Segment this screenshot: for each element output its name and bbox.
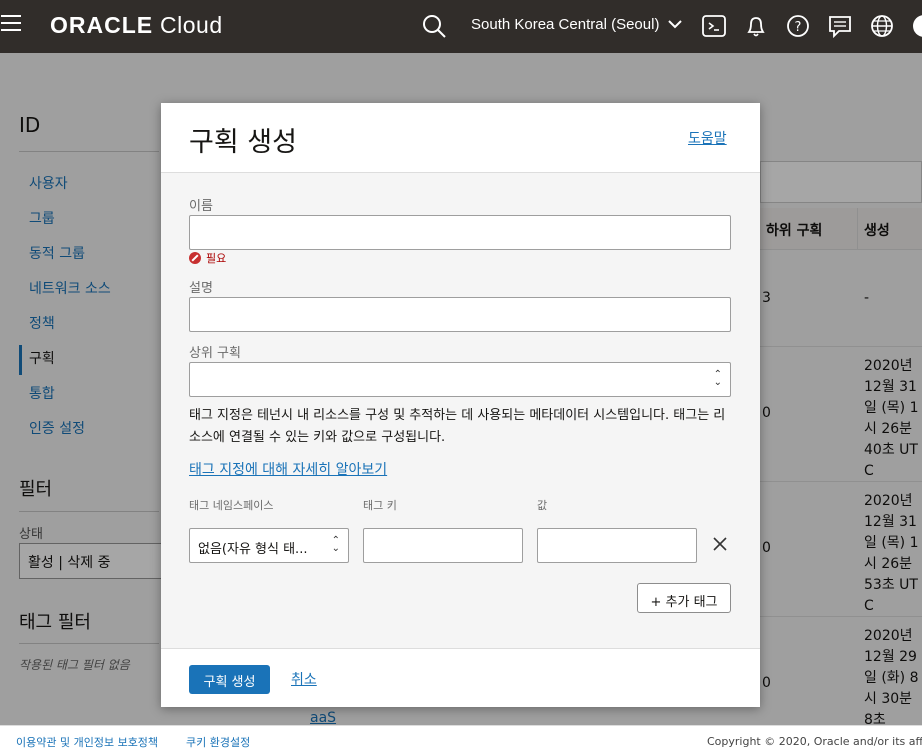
tag-key-label: 태그 키 [363,499,397,512]
page-footer: 이용약관 및 개인정보 보호정책 쿠키 환경설정 Copyright © 202… [0,725,922,755]
create-compartment-dialog: 구획 생성 도움말 이름 필요 설명 상위 구획 ⌃ ⌄ 태그 지정은 테넌시 내… [161,103,760,707]
terms-privacy-link[interactable]: 이용약관 및 개인정보 보호정책 [16,734,158,750]
help-icon[interactable]: ? [785,13,811,39]
chevron-down-icon [667,20,682,29]
help-link[interactable]: 도움말 [688,128,727,148]
name-input[interactable] [189,215,731,250]
tag-value-label: 값 [537,499,548,512]
tag-namespace-label: 태그 네임스페이스 [189,499,274,512]
remove-tag-close-icon[interactable] [711,535,729,553]
language-globe-icon[interactable] [869,13,895,39]
parent-compartment-label: 상위 구획 [189,346,241,361]
learn-more-tagging-link[interactable]: 태그 지정에 대해 자세히 알아보기 [189,459,387,479]
select-chevron-icon: ⌃ ⌄ [713,369,722,388]
tagging-description: 태그 지정은 테넌시 내 리소스를 구성 및 추적하는 데 사용되는 메타데이터… [189,408,726,445]
description-label: 설명 [189,281,213,296]
notifications-bell-icon[interactable] [743,13,769,39]
dialog-footer: 구획 생성 취소 [161,648,760,707]
logo-oracle-text: ORACLE [50,12,154,38]
tag-namespace-value: 없음(자유 형식 태... [198,542,308,557]
top-navigation-bar: ORACLE Cloud South Korea Central (Seoul)… [0,0,922,53]
cancel-link[interactable]: 취소 [291,669,317,689]
parent-compartment-value [202,370,356,388]
dialog-title: 구획 생성 [189,127,297,158]
oracle-cloud-logo[interactable]: ORACLE Cloud [50,12,223,39]
dialog-header: 구획 생성 도움말 [161,103,760,173]
tag-key-input[interactable] [363,528,523,563]
region-selector[interactable]: South Korea Central (Seoul) [471,16,682,33]
description-input[interactable] [189,297,731,332]
required-message: 필요 [189,250,226,266]
copyright-text: Copyright © 2020, Oracle and/or its affi… [707,735,922,748]
logo-cloud-text: Cloud [160,12,223,38]
svg-text:?: ? [795,20,802,35]
menu-icon[interactable] [1,15,21,35]
add-tag-button[interactable]: + 추가 태그 [637,583,731,613]
cookie-preferences-link[interactable]: 쿠키 환경설정 [186,734,250,750]
name-label: 이름 [189,199,213,214]
select-chevron-icon: ⌃ ⌄ [331,535,340,554]
cloud-shell-icon[interactable] [701,13,727,39]
parent-compartment-select[interactable]: ⌃ ⌄ [189,362,731,397]
required-text: 필요 [206,252,227,265]
region-label: South Korea Central (Seoul) [471,16,660,33]
search-icon[interactable] [421,13,447,39]
tag-value-input[interactable] [537,528,697,563]
feedback-chat-icon[interactable] [827,13,853,39]
error-icon [189,252,201,264]
user-profile-icon[interactable] [911,13,922,39]
create-compartment-button[interactable]: 구획 생성 [189,665,270,694]
tag-namespace-select[interactable]: 없음(자유 형식 태... ⌃ ⌄ [189,528,349,563]
